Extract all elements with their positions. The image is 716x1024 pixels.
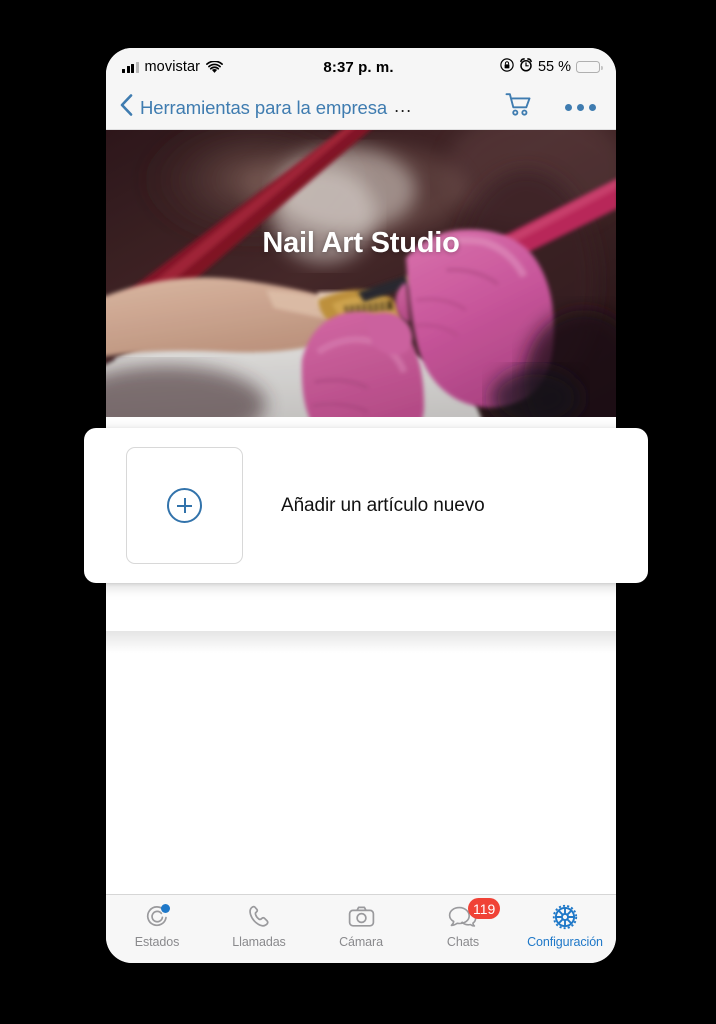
navigation-bar: Herramientas para la empresa ... — [106, 86, 616, 130]
phone-handset-icon — [246, 903, 272, 931]
status-bar-left: movistar — [122, 59, 224, 75]
add-item-thumbnail[interactable] — [126, 447, 243, 564]
status-ring-icon — [144, 903, 170, 931]
carrier-name: movistar — [144, 59, 201, 75]
status-unread-dot — [161, 904, 170, 913]
business-cover-image: Nail Art Studio — [106, 130, 616, 417]
more-options-icon[interactable] — [565, 104, 596, 111]
tab-llamadas[interactable]: Llamadas — [208, 903, 310, 949]
status-bar: movistar 8:37 p. m. 55 % — [106, 48, 616, 86]
chevron-left-icon — [120, 94, 133, 121]
camera-icon — [348, 903, 375, 931]
add-item-label: Añadir un artículo nuevo — [281, 494, 485, 516]
chat-bubbles-icon: 119 — [448, 898, 501, 931]
tab-label-configuracion: Configuración — [527, 935, 603, 949]
tab-chats[interactable]: 119 Chats — [412, 898, 514, 949]
tab-camara[interactable]: Cámara — [310, 903, 412, 949]
tab-label-estados: Estados — [134, 935, 180, 949]
signal-bars-icon — [122, 61, 139, 73]
screenshot-root: movistar 8:37 p. m. 55 % Herramientas pa… — [0, 0, 716, 1024]
battery-icon — [576, 61, 603, 73]
tab-label-llamadas: Llamadas — [232, 935, 286, 949]
alarm-clock-icon — [519, 57, 533, 77]
gear-icon — [551, 903, 579, 931]
status-bar-clock: 8:37 p. m. — [323, 58, 394, 76]
shopping-cart-icon[interactable] — [505, 92, 533, 124]
title-truncation-ellipsis: ... — [394, 95, 413, 116]
tab-label-chats: Chats — [446, 935, 480, 949]
business-name-title: Nail Art Studio — [262, 227, 460, 259]
back-button-label: Herramientas para la empresa — [140, 96, 388, 118]
hero-photo-illustration — [106, 130, 616, 417]
tab-configuracion[interactable]: Configuración — [514, 903, 616, 949]
bottom-tab-bar: Estados Llamadas Cámara 119 Chats Config… — [106, 894, 616, 963]
battery-percent-label: 55 % — [537, 59, 571, 75]
chats-unread-badge: 119 — [468, 898, 501, 919]
add-new-item-card[interactable]: Añadir un artículo nuevo — [84, 428, 648, 583]
tab-label-camara: Cámara — [339, 935, 383, 949]
status-bar-right: 55 % — [500, 57, 603, 77]
back-button[interactable]: Herramientas para la empresa — [120, 94, 387, 121]
plus-circle-icon — [167, 488, 202, 523]
wifi-icon — [206, 60, 224, 74]
tab-estados[interactable]: Estados — [106, 903, 208, 949]
rotation-lock-icon — [500, 57, 514, 77]
